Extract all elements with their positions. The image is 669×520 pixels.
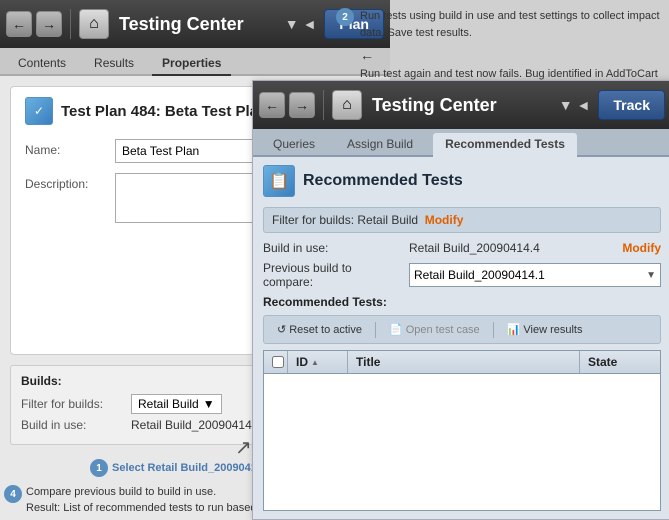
prev-build-row: Previous build to compare: Retail Build_… [263, 261, 661, 289]
rec-header: 📋 Recommended Tests [263, 165, 661, 197]
forward-button[interactable]: → [36, 11, 62, 37]
track-badge: Track [598, 90, 665, 120]
rec-title: Recommended Tests [303, 172, 463, 190]
reset-active-button[interactable]: ↺ Reset to active [270, 320, 369, 339]
action-separator-1 [375, 322, 376, 338]
callout-4-circle: 4 [4, 485, 22, 503]
right-home-button[interactable]: ⌂ [332, 90, 362, 120]
toolbar-dropdown-arrow[interactable]: ▼ [285, 16, 299, 32]
tab-contents[interactable]: Contents [8, 52, 76, 76]
callout-2-arrow: ← [360, 45, 664, 66]
mid-arrow: ↗ [235, 435, 252, 460]
th-title-label: Title [356, 355, 380, 369]
toolbar-nav-arrow[interactable]: ◄ [303, 16, 317, 32]
rec-icon: 📋 [263, 165, 295, 197]
callout-1-text: Select Retail Build_20090414.1 [112, 462, 272, 474]
th-state[interactable]: State [580, 351, 660, 373]
right-toolbar-nav[interactable]: ◄ [577, 97, 591, 113]
prev-build-value: Retail Build_20090414.1 [414, 268, 545, 282]
prev-build-label: Previous build to compare: [263, 261, 403, 289]
build-in-use-value: Retail Build_20090414.4 [409, 241, 612, 255]
build-in-use-label: Build in use: [21, 418, 131, 432]
right-toolbar: ← → ⌂ Testing Center ▼ ◄ Track [253, 81, 669, 129]
right-toolbar-separator [323, 90, 324, 120]
callout-2-circle: 2 [336, 8, 354, 26]
filter-builds-label: Filter for builds: [21, 397, 131, 411]
filter-bar-text: Filter for builds: Retail Build [272, 213, 418, 227]
tab-queries[interactable]: Queries [261, 133, 327, 157]
right-toolbar-title: Testing Center [372, 95, 555, 116]
build-in-use-modify-link[interactable]: Modify [622, 241, 661, 255]
right-forward-button[interactable]: → [289, 92, 315, 118]
tab-assign-build[interactable]: Assign Build [335, 133, 425, 157]
filter-dropdown-arrow: ▼ [203, 397, 215, 411]
tab-properties[interactable]: Properties [152, 52, 231, 76]
open-test-icon: 📄 [389, 323, 403, 336]
name-label: Name: [25, 139, 115, 157]
test-plan-icon [25, 97, 53, 125]
prev-build-dropdown[interactable]: Retail Build_20090414.1 ▼ [409, 263, 661, 287]
right-back-button[interactable]: ← [259, 92, 285, 118]
build-in-use-row: Build in use: Retail Build_20090414.4 Mo… [263, 241, 661, 255]
back-button[interactable]: ← [6, 11, 32, 37]
actions-bar: ↺ Reset to active 📄 Open test case 📊 Vie… [263, 315, 661, 344]
action-separator-2 [493, 322, 494, 338]
right-toolbar-dropdown[interactable]: ▼ [559, 97, 573, 113]
view-results-icon: 📊 [507, 323, 521, 336]
th-id-label: ID [296, 355, 308, 369]
filter-modify-link[interactable]: Modify [425, 213, 464, 227]
tab-results[interactable]: Results [84, 52, 144, 76]
right-tabs: Queries Assign Build Recommended Tests [253, 129, 669, 157]
right-content: 📋 Recommended Tests Filter for builds: R… [253, 157, 669, 519]
reset-icon: ↺ [277, 323, 286, 336]
select-all-checkbox[interactable] [272, 356, 284, 368]
open-test-label: Open test case [406, 324, 480, 336]
rec-tests-label: Recommended Tests: [263, 295, 661, 309]
open-test-case-button[interactable]: 📄 Open test case [382, 320, 487, 339]
left-toolbar-title: Testing Center [119, 14, 281, 35]
filter-builds-dropdown[interactable]: Retail Build ▼ [131, 394, 222, 414]
description-label: Description: [25, 173, 115, 191]
prev-build-dropdown-arrow: ▼ [646, 270, 656, 281]
right-panel: ← → ⌂ Testing Center ▼ ◄ Track Queries A… [252, 80, 669, 520]
reset-label: Reset to active [289, 324, 362, 336]
callout-1-circle: 1 [90, 459, 108, 477]
view-results-button[interactable]: 📊 View results [500, 320, 590, 339]
tab-recommended-tests[interactable]: Recommended Tests [433, 133, 577, 157]
table-header: ID ▲ Title State [264, 351, 660, 374]
th-checkbox [264, 351, 288, 373]
sort-arrow: ▲ [311, 358, 319, 367]
filter-builds-value: Retail Build [138, 397, 199, 411]
callout-2-line1: Run tests using build in use and test se… [360, 8, 664, 41]
build-in-use-value: Retail Build_20090414.1 [131, 418, 262, 432]
home-button[interactable]: ⌂ [79, 9, 109, 39]
th-state-label: State [588, 355, 617, 369]
th-title[interactable]: Title [348, 351, 580, 373]
filter-bar: Filter for builds: Retail Build Modify [263, 207, 661, 233]
view-results-label: View results [523, 324, 582, 336]
th-id[interactable]: ID ▲ [288, 351, 348, 373]
card-title: Test Plan 484: Beta Test Plan [61, 103, 267, 120]
toolbar-separator [70, 9, 71, 39]
build-in-use-label: Build in use: [263, 241, 403, 255]
rec-table: ID ▲ Title State [263, 350, 661, 511]
